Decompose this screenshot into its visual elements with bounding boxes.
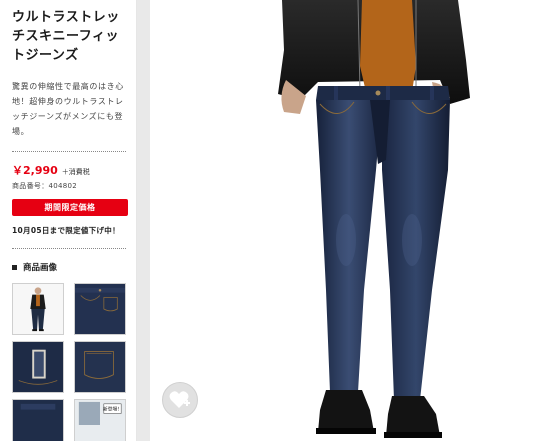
product-number: 商品番号：404802 <box>12 182 78 190</box>
thumbnail-back-pocket[interactable] <box>74 341 126 393</box>
limited-price-button[interactable]: 期間限定価格 <box>12 199 128 216</box>
product-description: 驚異の伸縮性で最高のはき心地！超伸身のウルトラストレッチジーンズがメンズにも登場… <box>12 82 124 136</box>
product-title: ウルトラストレッチスキニーフィットジーンズ <box>12 10 120 63</box>
gallery-heading: 商品画像 <box>12 248 126 273</box>
new-arrival-badge: 新登場！ <box>103 406 122 413</box>
heart-plus-icon <box>169 391 190 408</box>
model-wearing-jeans-image <box>150 0 550 441</box>
price-row: ￥2,990 ＋消費税 <box>12 162 126 178</box>
product-info-panel: ウルトラストレッチスキニーフィットジーンズ 驚異の伸縮性で最高のはき心地！超伸身… <box>0 0 137 441</box>
thumbnail-jeans-hem[interactable] <box>12 399 64 441</box>
add-to-favorites-button[interactable] <box>162 382 198 418</box>
thumbnail-new-arrival[interactable]: 新登場！ <box>74 399 126 441</box>
tax-label: ＋消費税 <box>61 168 90 176</box>
thumbnail-grid: 新登場！ <box>12 283 126 441</box>
sidebar-separator <box>137 0 150 441</box>
thumbnail-fly-detail[interactable] <box>12 341 64 393</box>
sale-note: 10月05日まで限定値下げ中！ <box>12 226 120 235</box>
square-bullet-icon <box>12 264 17 270</box>
divider <box>12 151 126 152</box>
gallery-heading-label: 商品画像 <box>23 263 58 273</box>
price: ￥2,990 <box>12 164 58 177</box>
thumbnail-model-full[interactable] <box>12 283 64 335</box>
main-product-image <box>150 0 550 441</box>
thumbnail-jeans-front[interactable] <box>74 283 126 335</box>
